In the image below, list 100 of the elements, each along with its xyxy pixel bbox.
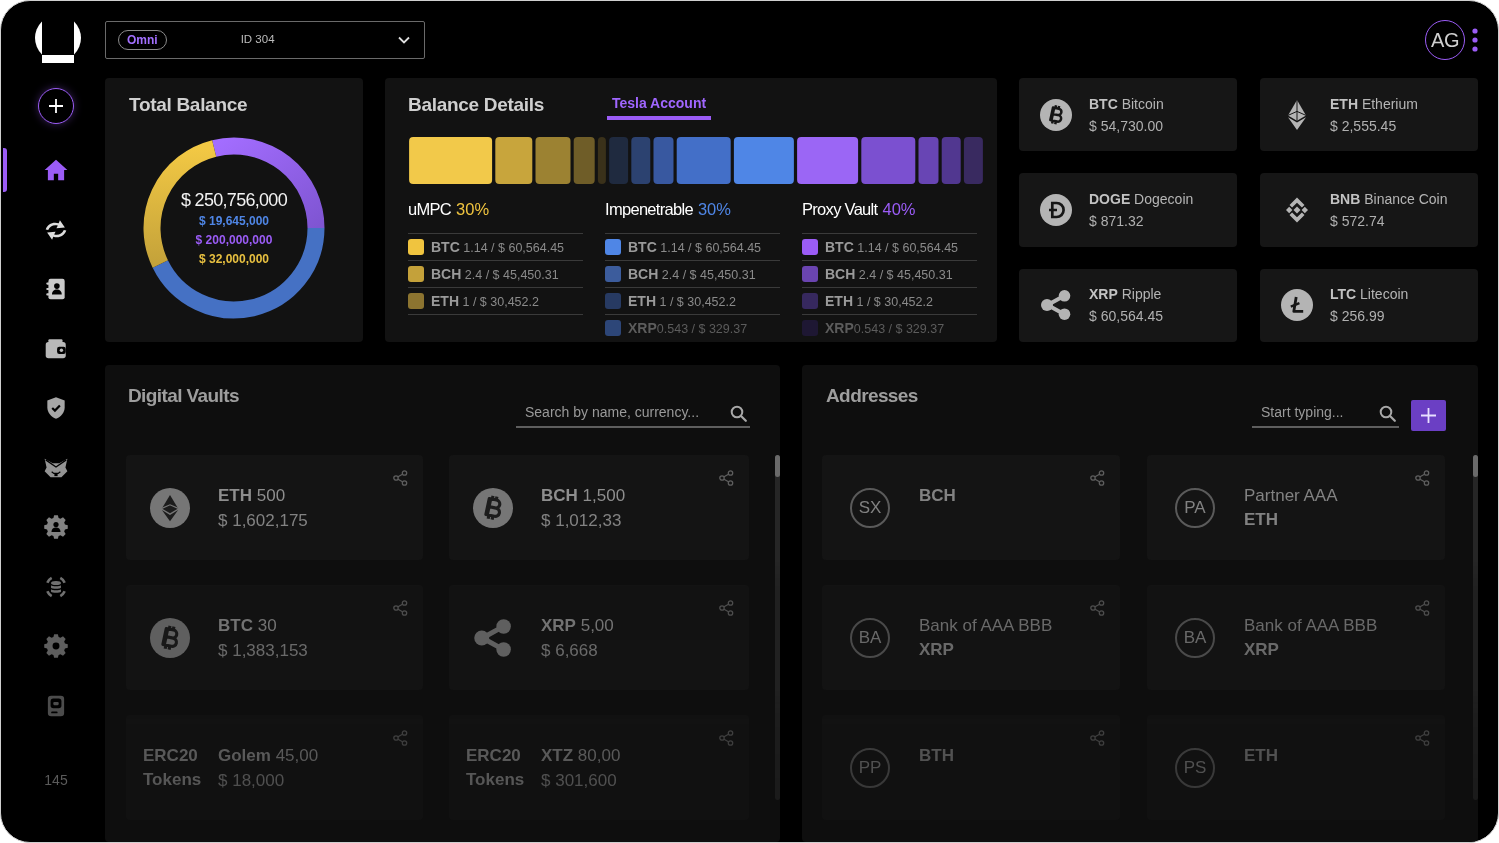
- vault-value: $ 301,600: [541, 769, 618, 792]
- coin-name: LTC Litecoin: [1330, 285, 1409, 305]
- initials-avatar: PP: [850, 747, 890, 788]
- panel-title: Total Balance: [129, 93, 249, 117]
- address-currency: XRP: [1244, 638, 1280, 661]
- group-name: Impenetrable: [605, 198, 693, 220]
- vault-amount: XRP 5,00: [541, 614, 615, 637]
- vault-tile[interactable]: XRP 5,00 $ 6,668: [449, 585, 749, 690]
- share-icon[interactable]: [1415, 470, 1430, 486]
- group-share: 30%: [697, 198, 731, 220]
- vault-tile[interactable]: BTC 30 $ 1,383,153: [126, 585, 423, 690]
- address-tile[interactable]: PA Partner AAA ETH: [1147, 455, 1445, 560]
- initials-avatar: SX: [850, 487, 890, 528]
- active-indicator: [3, 148, 7, 192]
- initials-avatar: BA: [1175, 617, 1215, 658]
- logo-icon: [34, 15, 82, 63]
- search-icon: [1379, 405, 1396, 422]
- panel-title: Digital Vaults: [128, 384, 239, 408]
- scrollbar[interactable]: [775, 455, 780, 800]
- initials-avatar: PA: [1175, 487, 1215, 528]
- share-icon[interactable]: [1415, 600, 1430, 616]
- vault-amount: XTZ 80,00: [541, 744, 622, 767]
- holding-text: XRP0.543 / $ 329.37: [628, 318, 748, 338]
- holding-text: ETH 1 / $ 30,452.2: [825, 291, 933, 311]
- search-field[interactable]: Search by name, currency...: [516, 399, 750, 428]
- share-icon[interactable]: [393, 600, 408, 616]
- vault-value: $ 1,383,153: [218, 639, 309, 662]
- share-icon[interactable]: [1090, 600, 1105, 616]
- coin-name: BTC Bitcoin: [1089, 94, 1164, 114]
- share-icon[interactable]: [719, 600, 734, 616]
- address-tile[interactable]: SX BCH: [822, 455, 1120, 560]
- coin-price: $ 60,564.45: [1089, 307, 1163, 327]
- share-icon[interactable]: [393, 730, 408, 746]
- group-share: 30%: [456, 198, 490, 220]
- address-tile[interactable]: BA Bank of AAA BBB XRP: [822, 585, 1120, 690]
- share-icon[interactable]: [719, 730, 734, 746]
- coin-name: XRP Ripple: [1089, 285, 1163, 305]
- coin-name: BNB Binance Coin: [1330, 190, 1448, 209]
- coin-tile[interactable]: XRP Ripple $ 60,564.45: [1019, 268, 1237, 342]
- group-share: 40%: [882, 198, 916, 220]
- token-label: ERC20 Tokens: [143, 744, 203, 791]
- bitcoin-icon: [473, 487, 513, 528]
- address-name: Bank of AAA BBB: [1244, 614, 1379, 637]
- address-name: Partner AAA: [1244, 484, 1339, 507]
- address-currency: BCH: [919, 484, 957, 507]
- vault-tile[interactable]: ETH 500 $ 1,602,175: [126, 455, 423, 560]
- user-gear-icon[interactable]: [43, 514, 69, 540]
- bitcoin-icon: [150, 617, 190, 658]
- coin-tile[interactable]: DOGE Dogecoin $ 871.32: [1019, 173, 1237, 247]
- address-currency: BTH: [919, 744, 955, 767]
- add-button[interactable]: [38, 88, 74, 124]
- share-icon[interactable]: [1415, 730, 1430, 746]
- panel-title: Addresses: [826, 384, 918, 408]
- holding-text: BTC 1.14 / $ 60,564.45: [825, 237, 959, 257]
- coin-price: $ 2,555.45: [1330, 116, 1398, 136]
- coin-tile[interactable]: ETH Etherium $ 2,555.45: [1260, 78, 1478, 152]
- scrollbar[interactable]: [1473, 455, 1478, 800]
- holding-text: BCH 2.4 / $ 45,450.31: [628, 264, 756, 284]
- account-id: ID 304: [240, 32, 276, 48]
- initials-avatar: PS: [1175, 747, 1215, 788]
- vault-amount: BTC 30: [218, 614, 278, 637]
- vault-amount: BCH 1,500: [541, 484, 627, 507]
- holding-text: BTC 1.14 / $ 60,564.45: [628, 237, 762, 257]
- litecoin-icon: [1281, 289, 1313, 322]
- share-icon[interactable]: [1090, 730, 1105, 746]
- vault-tile[interactable]: BCH 1,500 $ 1,012,33: [449, 455, 749, 560]
- plus-icon: [48, 98, 64, 114]
- coin-price: $ 54,730.00: [1089, 116, 1164, 136]
- coin-tile[interactable]: LTC Litecoin $ 256.99: [1260, 268, 1478, 342]
- amount-text: $ 32,000,000: [198, 250, 270, 268]
- holding-text: XRP0.543 / $ 329.37: [825, 318, 945, 338]
- address-currency: ETH: [1244, 744, 1279, 767]
- account-select[interactable]: Omni ID 304: [105, 21, 425, 59]
- address-currency: ETH: [1244, 508, 1279, 531]
- address-tile[interactable]: BA Bank of AAA BBB XRP: [1147, 585, 1445, 690]
- coin-name: ETH Etherium: [1330, 94, 1418, 114]
- coin-tile[interactable]: BNB Binance Coin $ 572.74: [1260, 173, 1478, 247]
- tab[interactable]: Tesla Account: [606, 95, 712, 120]
- share-icon[interactable]: [719, 470, 734, 486]
- connected-dots-icon: [473, 617, 513, 658]
- search-field[interactable]: Start typing...: [1252, 399, 1399, 428]
- settings-icon[interactable]: [43, 633, 69, 659]
- vault-value: $ 18,000: [218, 769, 286, 792]
- version-text: 145: [44, 772, 68, 788]
- home-icon[interactable]: [43, 157, 69, 183]
- search-icon: [730, 405, 747, 422]
- vault-value: $ 1,602,175: [218, 509, 309, 532]
- coin-tile[interactable]: BTC Bitcoin $ 54,730.00: [1019, 78, 1237, 152]
- doge-icon: [1040, 194, 1072, 226]
- share-icon[interactable]: [1090, 470, 1105, 486]
- amount-text: $ 19,645,000: [198, 212, 270, 230]
- amount-text: $ 200,000,000: [195, 231, 273, 249]
- token-label: ERC20 Tokens: [466, 744, 526, 791]
- share-icon[interactable]: [393, 470, 408, 486]
- add-address-button[interactable]: [1411, 400, 1446, 431]
- vault-value: $ 6,668: [541, 639, 599, 662]
- more-icon[interactable]: [1472, 28, 1478, 52]
- coin-price: $ 871.32: [1089, 212, 1145, 231]
- coin-name: DOGE Dogecoin: [1089, 190, 1194, 209]
- holding-text: BCH 2.4 / $ 45,450.31: [431, 264, 559, 284]
